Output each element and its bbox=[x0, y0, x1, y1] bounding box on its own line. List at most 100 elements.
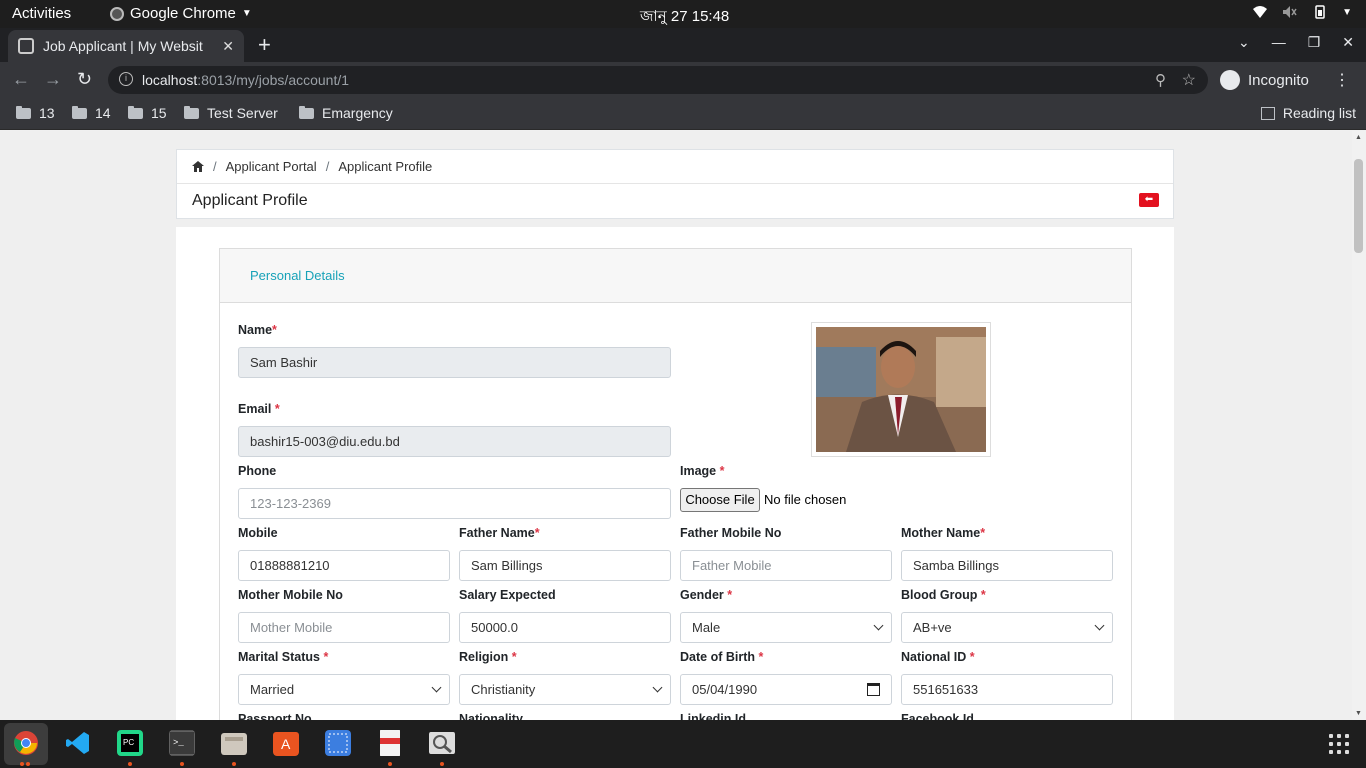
app-menu[interactable]: Google Chrome ▼ bbox=[110, 5, 252, 22]
folder-icon bbox=[72, 105, 87, 119]
bookmark-folder[interactable]: 13 bbox=[16, 105, 55, 121]
religion-select[interactable]: Christianity bbox=[459, 674, 671, 705]
bookmark-star-icon[interactable]: ☆ bbox=[1182, 70, 1196, 90]
bookmark-folder-label: 15 bbox=[151, 105, 167, 121]
show-applications-icon[interactable] bbox=[1329, 734, 1349, 754]
national-id-field[interactable]: 551651633 bbox=[901, 674, 1113, 705]
dock: PC >_ A bbox=[0, 720, 1366, 768]
breadcrumb-separator: / bbox=[325, 159, 330, 174]
forward-arrow-icon[interactable]: → bbox=[44, 69, 62, 90]
email-field[interactable]: bashir15-003@diu.edu.bd bbox=[238, 426, 671, 457]
home-icon[interactable] bbox=[192, 161, 204, 172]
bookmark-folder[interactable]: 15 bbox=[128, 105, 167, 121]
breadcrumb-applicant-portal[interactable]: Applicant Portal bbox=[226, 159, 317, 174]
page-viewport: / Applicant Portal / Applicant Profile A… bbox=[0, 131, 1352, 720]
tab-search-chevron-icon[interactable]: ⌄ bbox=[1238, 34, 1250, 51]
running-indicator bbox=[440, 762, 444, 766]
father-mobile-field[interactable]: Father Mobile bbox=[680, 550, 892, 581]
marital-status-label: Marital Status * bbox=[238, 650, 329, 664]
bookmark-folder[interactable]: 14 bbox=[72, 105, 111, 121]
bookmark-folder[interactable]: Test Server bbox=[184, 105, 278, 121]
tab-close-icon[interactable]: ✕ bbox=[222, 38, 234, 55]
site-info-icon[interactable]: i bbox=[119, 72, 133, 86]
linkedin-label: Linkedin Id bbox=[680, 712, 746, 720]
blood-group-select[interactable]: AB+ve bbox=[901, 612, 1113, 643]
back-arrow-icon[interactable]: ← bbox=[12, 69, 30, 90]
mother-name-field[interactable]: Samba Billings bbox=[901, 550, 1113, 581]
national-id-label: National ID * bbox=[901, 650, 975, 664]
scroll-down-icon[interactable]: ▼ bbox=[1355, 710, 1362, 717]
page-title: Applicant Profile bbox=[192, 192, 308, 209]
gender-select[interactable]: Male bbox=[680, 612, 892, 643]
scroll-up-icon[interactable]: ▲ bbox=[1355, 134, 1362, 141]
bookmark-folder[interactable]: Emargency bbox=[299, 105, 393, 121]
passport-label: Passport No bbox=[238, 712, 312, 720]
system-top-bar: Activities Google Chrome ▼ জানু 27 15:48… bbox=[0, 0, 1366, 28]
svg-text:PC: PC bbox=[123, 738, 134, 747]
system-tray[interactable]: ▼ bbox=[1252, 5, 1352, 19]
activities-button[interactable]: Activities bbox=[12, 5, 71, 22]
reading-list-label: Reading list bbox=[1282, 105, 1356, 121]
mobile-label: Mobile bbox=[238, 526, 278, 540]
personal-details-tab[interactable]: Personal Details bbox=[250, 268, 345, 283]
running-indicator bbox=[232, 762, 236, 766]
document-viewer-dock-icon[interactable] bbox=[377, 730, 403, 756]
zoom-icon[interactable]: ⚲ bbox=[1155, 71, 1166, 89]
dob-field[interactable]: 05/04/1990 bbox=[680, 674, 892, 705]
chrome-dock-icon[interactable] bbox=[13, 730, 39, 756]
terminal-dock-icon[interactable]: >_ bbox=[169, 730, 195, 756]
salary-field[interactable]: 50000.0 bbox=[459, 612, 671, 643]
pycharm-dock-icon[interactable]: PC bbox=[117, 730, 143, 756]
new-tab-button[interactable]: + bbox=[258, 32, 271, 58]
image-viewer-dock-icon[interactable] bbox=[429, 730, 455, 756]
bookmark-folder-label: Test Server bbox=[207, 105, 278, 121]
chevron-down-icon bbox=[873, 620, 884, 631]
page-scrollbar[interactable]: ▲ ▼ bbox=[1352, 131, 1366, 720]
salary-label: Salary Expected bbox=[459, 588, 556, 602]
address-bar[interactable]: i localhost:8013/my/jobs/account/1 ⚲ ☆ bbox=[108, 66, 1208, 94]
breadcrumb: / Applicant Portal / Applicant Profile bbox=[177, 150, 1173, 184]
father-name-field[interactable]: Sam Billings bbox=[459, 550, 671, 581]
chevron-down-icon bbox=[652, 682, 663, 693]
tab-title: Job Applicant | My Websit bbox=[43, 38, 203, 54]
name-label: Name* bbox=[238, 323, 277, 337]
caret-down-icon: ▼ bbox=[241, 8, 252, 19]
folder-icon bbox=[16, 105, 31, 119]
image-label: Image * bbox=[680, 464, 725, 478]
mother-mobile-field[interactable]: Mother Mobile bbox=[238, 612, 450, 643]
marital-status-select[interactable]: Married bbox=[238, 674, 450, 705]
vscode-dock-icon[interactable] bbox=[65, 730, 91, 756]
browser-toolbar: ← → ↻ i localhost:8013/my/jobs/account/1… bbox=[0, 62, 1366, 98]
calendar-icon[interactable] bbox=[867, 683, 880, 696]
choose-file-button[interactable]: Choose File bbox=[680, 488, 760, 512]
running-indicator bbox=[180, 762, 184, 766]
reading-list-button[interactable]: Reading list bbox=[1260, 105, 1356, 121]
software-center-dock-icon[interactable]: A bbox=[273, 730, 299, 756]
mobile-field[interactable]: 01888881210 bbox=[238, 550, 450, 581]
bookmarks-bar: 13 14 15 Test Server Emargency Reading l… bbox=[0, 98, 1366, 130]
file-status-text: No file chosen bbox=[764, 492, 847, 507]
minimize-icon[interactable]: — bbox=[1272, 34, 1286, 51]
clock[interactable]: জানু 27 15:48 bbox=[640, 5, 729, 30]
screenshot-tool-dock-icon[interactable] bbox=[325, 730, 351, 756]
close-window-icon[interactable]: ✕ bbox=[1342, 34, 1354, 51]
reload-icon[interactable]: ↻ bbox=[77, 69, 92, 90]
back-button[interactable]: ⬅ bbox=[1139, 193, 1159, 207]
restore-icon[interactable]: ❐ bbox=[1308, 34, 1321, 51]
nationality-label: Nationality bbox=[459, 712, 523, 720]
scrollbar-thumb[interactable] bbox=[1354, 159, 1363, 253]
folder-icon bbox=[299, 105, 314, 119]
mother-name-label: Mother Name* bbox=[901, 526, 986, 540]
name-field[interactable]: Sam Bashir bbox=[238, 347, 671, 378]
personal-details-panel: Personal Details Name* Sam Bashir Email … bbox=[219, 248, 1132, 720]
applicant-photo bbox=[811, 322, 991, 457]
chrome-menu-icon[interactable]: ⋮ bbox=[1334, 70, 1350, 90]
incognito-profile-button[interactable]: Incognito bbox=[1220, 67, 1309, 93]
chevron-down-icon bbox=[431, 682, 442, 693]
phone-field[interactable]: 123-123-2369 bbox=[238, 488, 671, 519]
bookmark-folder-label: Emargency bbox=[322, 105, 393, 121]
browser-tab[interactable]: Job Applicant | My Websit ✕ bbox=[8, 30, 244, 62]
files-dock-icon[interactable] bbox=[221, 730, 247, 756]
bookmark-folder-label: 14 bbox=[95, 105, 111, 121]
page-title-row: Applicant Profile ⬅ bbox=[177, 184, 1173, 218]
